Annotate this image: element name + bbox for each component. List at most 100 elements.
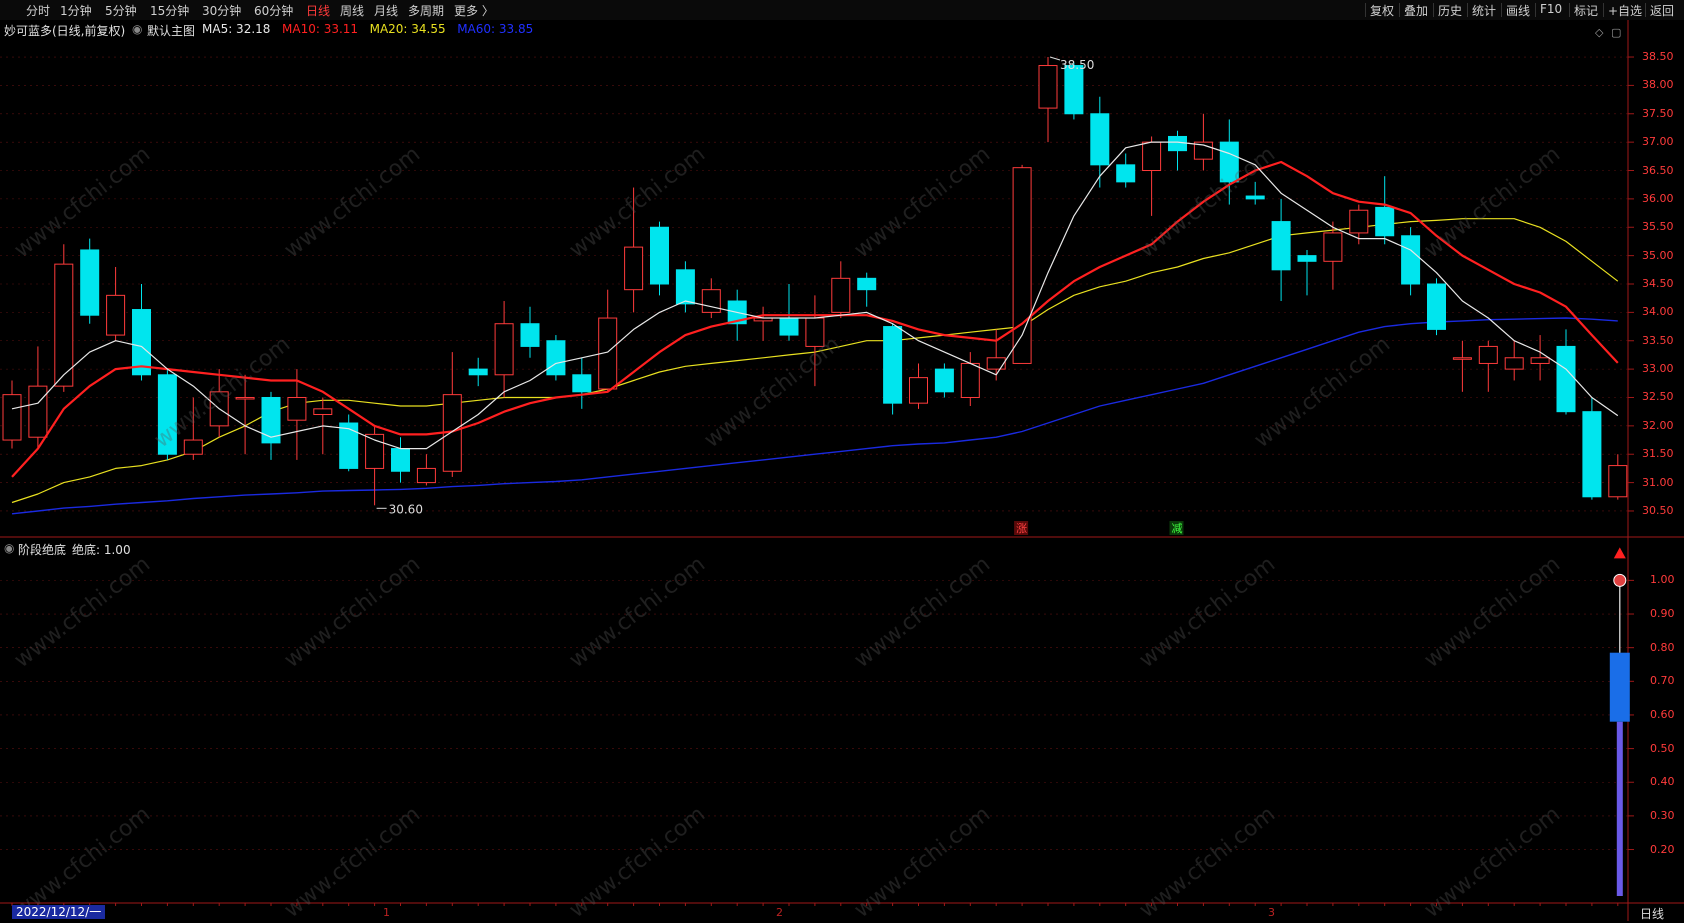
price-tick-label: 33.50 [1642, 333, 1674, 347]
chart-background [0, 20, 1684, 921]
candle-body [1530, 357, 1550, 364]
price-tick-label: 34.50 [1642, 277, 1674, 290]
price-tick-label: 31.00 [1642, 475, 1674, 489]
candle-body [494, 323, 514, 376]
candle-body [1271, 221, 1291, 271]
indicator-tick-label: 0.80 [1650, 640, 1675, 654]
candle-body [1168, 135, 1187, 152]
candle-body [468, 368, 488, 376]
candle-body [1427, 283, 1446, 330]
square-icon: ▢ [1611, 26, 1621, 39]
period-label[interactable]: 日线 [1640, 905, 1664, 922]
indicator-tick-label: 0.60 [1650, 707, 1675, 721]
candle-body [235, 396, 255, 400]
candle-body [857, 277, 877, 291]
candle-body [339, 422, 359, 469]
price-tick-label: 30.50 [1642, 503, 1674, 517]
price-tick-label: 32.00 [1642, 418, 1674, 432]
price-tick-label: 33.00 [1642, 362, 1674, 376]
candle-body [1219, 141, 1239, 183]
ma-legend-2: MA20: 34.55 [369, 22, 446, 36]
candle-body [391, 448, 410, 472]
indicator-bar-block [1609, 652, 1630, 722]
candle-body [1116, 164, 1136, 183]
candle-body [1245, 195, 1265, 200]
indicator-tick-label: 0.50 [1650, 741, 1675, 755]
candle-body [805, 317, 825, 347]
indicator-tick-label: 0.20 [1650, 842, 1675, 856]
month-label: 3 [1268, 906, 1275, 919]
month-label: 1 [383, 906, 390, 919]
candle-body [313, 408, 333, 416]
price-tick-label: 35.00 [1642, 248, 1674, 262]
candle-body [1582, 411, 1602, 498]
low-marker-label: 30.60 [389, 502, 423, 516]
template-name: 默认主图 [147, 24, 196, 38]
kline-chart[interactable]: 38.5030.60涨 减◇ ▢ [0, 0, 1684, 921]
indicator-value: 绝底: 1.00 [72, 543, 131, 557]
indicator-toggle-icon: ◉ [4, 541, 15, 555]
candle-body [1142, 141, 1162, 172]
candle-body [1452, 357, 1472, 360]
candle-body [1297, 255, 1317, 262]
candle-body [80, 249, 100, 316]
month-label: 2 [776, 906, 783, 919]
jian-badge-label: 减 [1172, 522, 1183, 535]
candle-body [1090, 113, 1110, 166]
price-tick-label: 37.00 [1642, 135, 1674, 149]
ma-legend-0: MA5: 32.18 [202, 22, 271, 36]
price-tick-label: 37.50 [1642, 106, 1674, 120]
candle-body [572, 374, 592, 393]
price-tick-label: 38.50 [1642, 50, 1674, 64]
indicator-dot [1613, 573, 1627, 587]
candle-body [1401, 235, 1421, 285]
stock-title: 妙可蓝多(日线,前复权) [4, 24, 126, 38]
indicator-bar-lower [1616, 721, 1623, 896]
candle-body [934, 368, 954, 393]
candle-body [1556, 345, 1576, 413]
candle-body [1323, 232, 1343, 262]
indicator-tick-label: 0.70 [1650, 674, 1675, 688]
candle-body [883, 326, 903, 404]
price-tick-label: 34.00 [1642, 305, 1674, 319]
candle-body [54, 263, 74, 387]
candle-body [986, 357, 1006, 370]
candle-body [650, 226, 669, 285]
template-toggle-icon: ◉ [132, 22, 143, 36]
candle-body [1478, 345, 1498, 364]
candle-body [157, 374, 177, 455]
price-tick-label: 32.50 [1642, 390, 1674, 404]
ma-legend-3: MA60: 33.85 [457, 22, 534, 36]
candle-body [675, 269, 695, 305]
candle-body [183, 439, 203, 455]
candle-body [779, 317, 799, 336]
candle-body [1504, 357, 1524, 370]
candle-body [106, 294, 126, 336]
indicator-tick-label: 0.30 [1650, 808, 1675, 822]
candle-body [960, 362, 980, 398]
candle-body [1038, 65, 1058, 109]
diamond-icon: ◇ [1595, 26, 1604, 39]
candle-body [546, 340, 566, 376]
candle-body [624, 246, 644, 291]
price-tick-label: 38.00 [1642, 78, 1674, 92]
price-tick-label: 36.50 [1642, 163, 1674, 177]
indicator-tick-label: 0.40 [1650, 775, 1675, 789]
ma-legend-1: MA10: 33.11 [282, 22, 359, 36]
high-marker-label: 38.50 [1060, 58, 1094, 72]
candle-body [416, 467, 436, 484]
candle-body [132, 309, 151, 376]
indicator-name: 阶段绝底 [18, 543, 67, 557]
price-tick-label: 36.00 [1642, 191, 1674, 205]
candle-body [701, 289, 721, 313]
candle-body [2, 394, 22, 441]
candle-body [909, 377, 928, 404]
zhang-badge-label: 涨 [1016, 522, 1027, 535]
indicator-tick-label: 0.90 [1650, 607, 1675, 621]
candle-body [520, 323, 540, 347]
candle-body [1375, 206, 1395, 237]
price-tick-label: 31.50 [1642, 447, 1674, 461]
date-cursor-label: 2022/12/12/一 [12, 905, 106, 919]
candle-body [1608, 465, 1628, 498]
candle-body [1349, 209, 1369, 234]
